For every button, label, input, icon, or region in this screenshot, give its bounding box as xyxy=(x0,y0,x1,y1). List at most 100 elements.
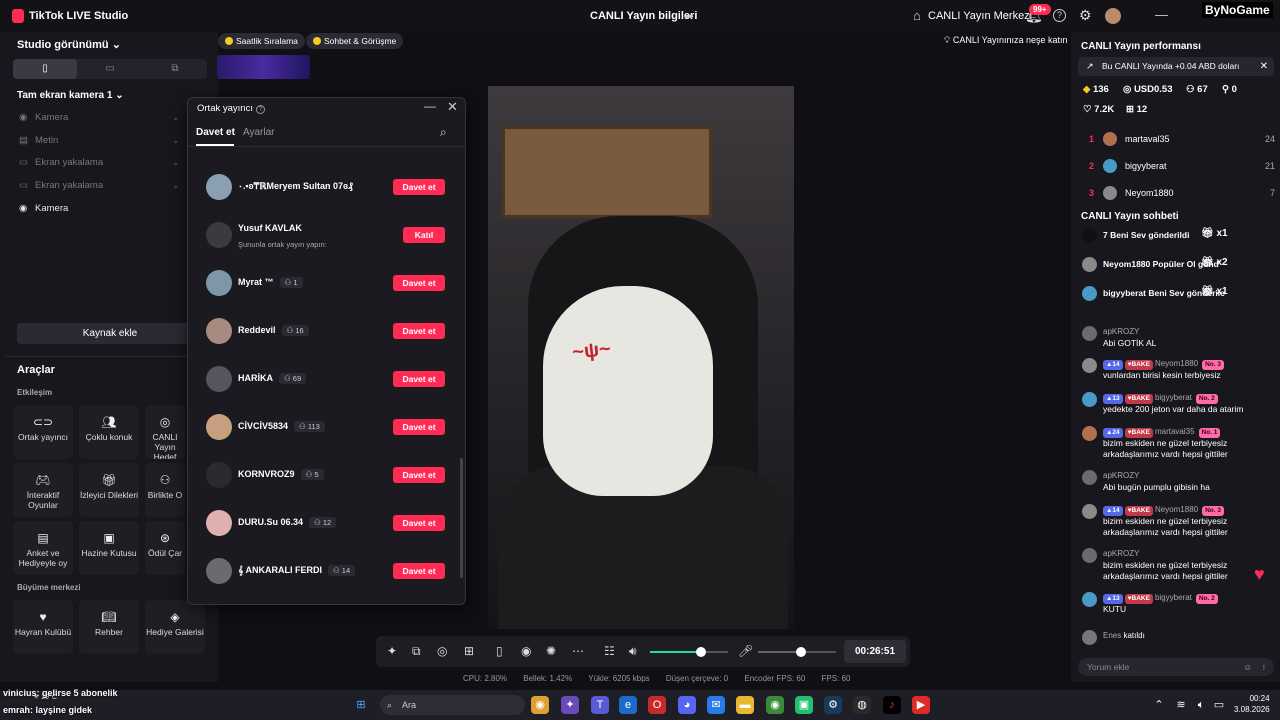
youtube-icon[interactable]: ▶ xyxy=(912,696,930,714)
tool-gift-gallery[interactable]: ◈ Hediye Galerisi xyxy=(145,600,205,654)
chevron-down-icon[interactable]: ⌄ xyxy=(172,112,180,123)
heart-icon: ♥ xyxy=(39,610,47,624)
invite-button[interactable]: Davet et xyxy=(393,563,445,579)
tool-interactive-games[interactable]: 🎮︎ İnteraktif Oyunlar xyxy=(13,463,73,517)
tab-settings[interactable]: Ayarlar xyxy=(243,127,275,138)
phone-icon[interactable]: ▯ xyxy=(496,644,503,658)
speaker-icon[interactable]: 🔊︎ xyxy=(629,644,637,659)
join-button[interactable]: Katıl xyxy=(403,227,445,243)
add-media-icon[interactable]: ⊞ xyxy=(464,644,474,658)
tool-co-host[interactable]: ⊂⊃ Ortak yayıncı xyxy=(13,405,73,459)
minimize-icon[interactable]: — xyxy=(1155,7,1168,22)
send-icon[interactable]: ↑ xyxy=(1262,658,1266,676)
invite-button[interactable]: Davet et xyxy=(393,419,445,435)
hourly-ranking-chip[interactable]: Saatlik Sıralama xyxy=(218,33,305,49)
avatar[interactable] xyxy=(1105,8,1121,24)
ranking-row[interactable]: 2 bigyyberat 21 xyxy=(1089,159,1275,175)
share-icon[interactable]: ➦ xyxy=(684,9,694,23)
tool-together[interactable]: ⚇ Birlikte O xyxy=(145,463,185,517)
volume-icon[interactable]: 🔈︎ xyxy=(1194,696,1208,714)
microphone-icon[interactable]: 🎤︎ xyxy=(738,644,753,658)
steam-icon[interactable]: ⚙ xyxy=(824,696,842,714)
search-icon[interactable]: ⌕ xyxy=(440,125,447,140)
tab-invite[interactable]: Davet et xyxy=(196,127,235,138)
minimize-icon[interactable]: — xyxy=(424,99,436,113)
close-icon[interactable]: ✕ xyxy=(1260,57,1268,76)
copilot-icon[interactable]: ✦ xyxy=(561,696,579,714)
chevron-up-icon[interactable]: ⌃ xyxy=(1152,696,1166,714)
close-icon[interactable]: ✕ xyxy=(447,99,458,115)
mic-knob[interactable] xyxy=(795,647,806,657)
event-banner[interactable] xyxy=(217,55,310,79)
tool-treasure-box[interactable]: ▣ Hazine Kutusu xyxy=(79,521,139,575)
ranking-row[interactable]: 3 Neyom1880 7 xyxy=(1089,186,1275,202)
mic-slider[interactable] xyxy=(758,647,836,657)
emoji-icon[interactable]: ☺ xyxy=(1243,658,1252,676)
add-source-button[interactable]: Kaynak ekle xyxy=(17,323,203,344)
comment-input[interactable]: Yorum ekle ☺ ↑ xyxy=(1078,658,1274,676)
chevron-down-icon[interactable]: ⌄ xyxy=(172,135,180,146)
tool-guide[interactable]: 📖︎ Rehber xyxy=(79,600,139,654)
rank-badge: No. 2 xyxy=(1195,394,1218,404)
source-screen-capture[interactable]: ▭ Ekran yakalama xyxy=(19,157,103,168)
invite-button[interactable]: Davet et xyxy=(393,179,445,195)
chrome-icon[interactable]: ◉ xyxy=(531,696,549,714)
volume-knob[interactable] xyxy=(695,647,706,657)
invite-button[interactable]: Davet et xyxy=(393,371,445,387)
layout-icon[interactable]: ⧉ xyxy=(412,644,421,659)
settings-wheel-icon[interactable]: ✺ xyxy=(546,644,556,658)
tiktok-icon[interactable]: ♪ xyxy=(883,696,901,714)
opera-icon[interactable]: O xyxy=(648,696,666,714)
edge-icon[interactable]: e xyxy=(619,696,637,714)
tool-multi-guest[interactable]: 👥︎ Çoklu konuk xyxy=(79,405,139,459)
help-icon[interactable]: ? xyxy=(255,105,265,114)
windows-start-icon[interactable]: ⊞ xyxy=(352,696,370,714)
wifi-icon[interactable]: ≋ xyxy=(1174,696,1188,714)
studio-view-dropdown[interactable]: Studio görünümü ⌄ xyxy=(17,38,121,51)
live-info-title[interactable]: CANLI Yayın bilgileri xyxy=(590,10,697,22)
portrait-view-tab[interactable]: ▯ xyxy=(13,59,77,79)
scrollbar[interactable] xyxy=(460,458,463,578)
live-center-link[interactable]: CANLI Yayın Merkezi xyxy=(928,10,1032,22)
source-camera[interactable]: ◉ Kamera xyxy=(19,203,68,214)
more-icon[interactable]: ⋯ xyxy=(572,644,584,658)
source-screen-capture[interactable]: ▭ Ekran yakalama xyxy=(19,180,103,191)
mixer-icon[interactable]: ☷ xyxy=(604,644,615,658)
clock[interactable]: 00:24 3.08.2026 xyxy=(1234,693,1270,715)
app-icon[interactable]: ▣ xyxy=(795,696,813,714)
teams-icon[interactable]: T xyxy=(591,696,609,714)
tool-poll[interactable]: ▤ Anket ve Hediyeyle oy xyxy=(13,521,73,575)
chevron-down-icon[interactable]: ⌄ xyxy=(172,180,180,191)
source-camera[interactable]: ◉ Kamera xyxy=(19,112,68,123)
discord-icon[interactable]: ◕ xyxy=(678,696,696,714)
mail-icon[interactable]: ✉ xyxy=(707,696,725,714)
help-icon[interactable]: ? xyxy=(1053,9,1066,22)
tool-viewer-wishes[interactable]: 🎁︎ İzleyici Dilekleri xyxy=(79,463,139,517)
home-icon[interactable]: ⌂ xyxy=(913,8,921,23)
source-text[interactable]: ▤ Metin xyxy=(19,135,58,146)
folder-icon[interactable]: ▬ xyxy=(736,696,754,714)
effects-icon[interactable]: ◎ xyxy=(437,644,447,658)
record-icon[interactable]: ◉ xyxy=(521,644,531,658)
volume-slider[interactable] xyxy=(650,647,728,657)
tool-fan-club[interactable]: ♥ Hayran Kulübü xyxy=(13,600,73,654)
invite-button[interactable]: Davet et xyxy=(393,467,445,483)
hint-text[interactable]: 💡︎ CANLI Yayınınıza neşe katın xyxy=(944,35,1068,46)
chrome-alt-icon[interactable]: ◉ xyxy=(766,696,784,714)
multi-view-tab[interactable]: ⧉ xyxy=(143,59,207,79)
invite-button[interactable]: Davet et xyxy=(393,323,445,339)
invite-button[interactable]: Davet et xyxy=(393,275,445,291)
taskbar-search[interactable]: ⌕ Ara xyxy=(380,695,525,715)
scene-dropdown[interactable]: Tam ekran kamera 1 ⌄ xyxy=(17,90,124,101)
landscape-view-tab[interactable]: ▭ xyxy=(78,59,142,79)
gear-icon[interactable]: ⚙ xyxy=(1079,7,1092,24)
magic-wand-icon[interactable]: ✦ xyxy=(387,644,397,658)
tool-live-goal[interactable]: ◎ CANLI Yayın Hedef xyxy=(145,405,185,459)
ranking-row[interactable]: 1 martaval35 24 xyxy=(1089,132,1275,148)
chat-call-chip[interactable]: Sohbet & Görüşme xyxy=(306,33,404,49)
invite-button[interactable]: Davet et xyxy=(393,515,445,531)
chevron-down-icon[interactable]: ⌄ xyxy=(172,157,180,168)
app2-icon[interactable]: ◍ xyxy=(853,696,871,714)
tool-prize-wheel[interactable]: ⊛ Ödül Çar xyxy=(145,521,185,575)
battery-icon[interactable]: ▭ xyxy=(1212,696,1226,714)
